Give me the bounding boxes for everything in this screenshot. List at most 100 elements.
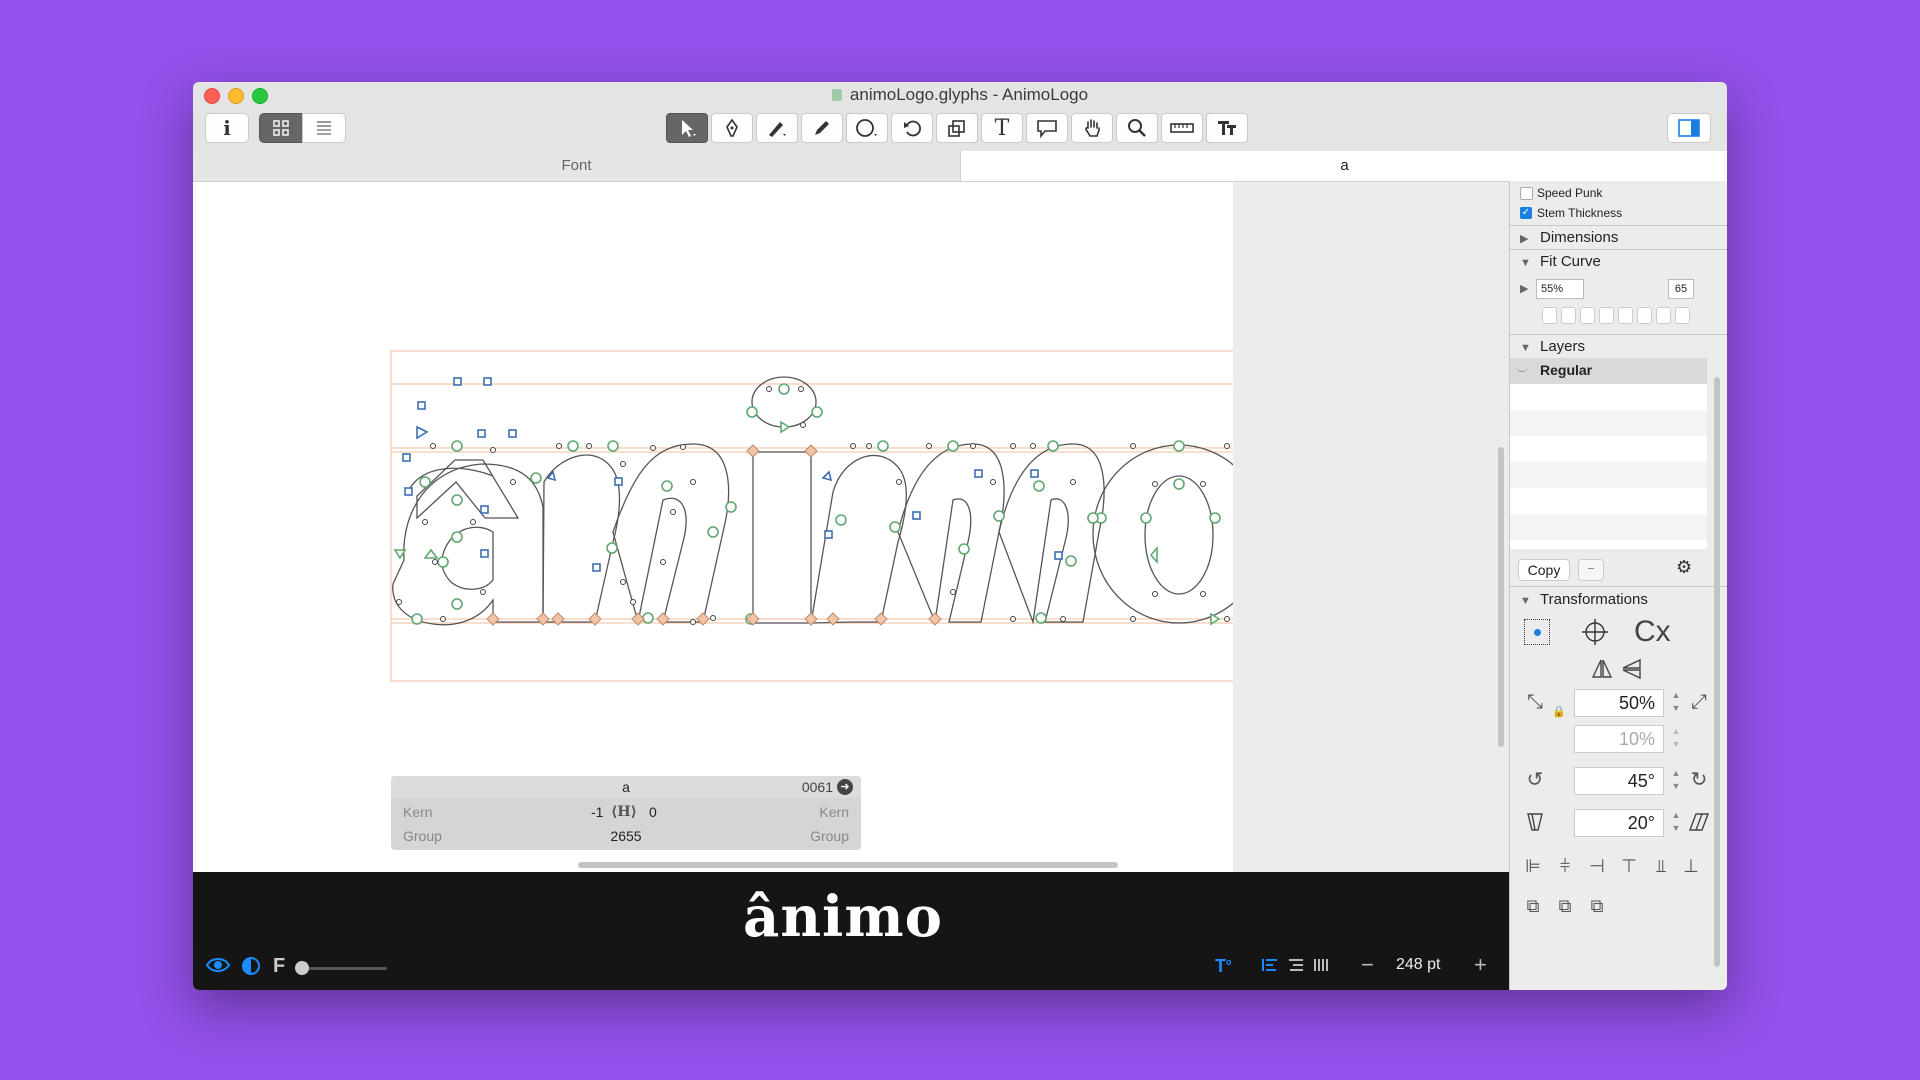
slant-field[interactable]: 20°: [1574, 809, 1664, 837]
scale-field[interactable]: 50%: [1574, 689, 1664, 717]
sidebar-scrollbar[interactable]: [1714, 377, 1720, 967]
tab-font[interactable]: Font: [193, 151, 960, 181]
mirror-vertical-icon[interactable]: [1620, 657, 1644, 684]
horizontal-scrollbar[interactable]: [578, 862, 1118, 868]
decrease-size-button[interactable]: −: [1361, 952, 1374, 978]
increase-size-button[interactable]: +: [1474, 952, 1487, 978]
fit-curve-button-7[interactable]: [1656, 307, 1671, 324]
disclosure-down-icon: ▼: [1520, 342, 1531, 354]
crosshair-origin-icon[interactable]: [1580, 617, 1610, 647]
vertical-scrollbar[interactable]: [1498, 447, 1504, 747]
rotate-field[interactable]: 45°: [1574, 767, 1664, 795]
fit-curve-button-5[interactable]: [1618, 307, 1633, 324]
text-options-icon[interactable]: To: [1215, 956, 1232, 977]
fit-curve-button-8[interactable]: [1675, 307, 1690, 324]
fit-curve-button-4[interactable]: [1599, 307, 1614, 324]
primitives-tool[interactable]: [846, 113, 888, 143]
preview-size-slider[interactable]: [295, 961, 387, 975]
scale-secondary-stepper[interactable]: ▲ ▼: [1670, 725, 1682, 753]
stem-thickness-row[interactable]: ✓ Stem Thickness: [1510, 205, 1727, 221]
draw-tool[interactable]: [711, 113, 753, 143]
sidebar-icon: [1678, 119, 1700, 137]
align-horizontal-centers-icon[interactable]: ⫩: [1552, 853, 1578, 879]
glyph-width-value[interactable]: 2655: [391, 825, 861, 847]
bounding-box-origin-icon[interactable]: [1524, 619, 1550, 645]
font-toggle-icon[interactable]: F: [273, 955, 285, 978]
left-kern-value[interactable]: -1: [591, 801, 603, 823]
subtract-icon[interactable]: ⧉: [1552, 893, 1578, 919]
eye-icon[interactable]: [205, 956, 231, 980]
annotation-tool[interactable]: [1026, 113, 1068, 143]
rotate-ccw-icon[interactable]: ↺: [1522, 767, 1548, 793]
align-left-edges-icon[interactable]: ⊫: [1520, 853, 1546, 879]
dimensions-section-header[interactable]: ▶ Dimensions: [1510, 227, 1727, 249]
lock-icon[interactable]: 🔒: [1552, 705, 1566, 718]
rotate-cw-icon[interactable]: ↻: [1686, 767, 1712, 793]
fit-curve-button-2[interactable]: [1561, 307, 1576, 324]
align-bottom-edges-icon[interactable]: ⊥: [1678, 853, 1704, 879]
disclosure-right-icon[interactable]: ▶: [1520, 282, 1530, 295]
scale-secondary-field[interactable]: 10%: [1574, 725, 1664, 753]
sidebar-toggle-button[interactable]: [1667, 113, 1711, 143]
select-tool[interactable]: [666, 113, 708, 143]
glyph-info-panel: a 0061 ➜ Kern -1 ⟨H⟩ 0 Kern Group 2655 G…: [391, 776, 861, 850]
list-view-button[interactable]: [302, 113, 346, 143]
link-metrics-icon[interactable]: ⟨H⟩: [611, 801, 637, 823]
fit-curve-button-1[interactable]: [1542, 307, 1557, 324]
remove-layer-button[interactable]: −: [1578, 559, 1604, 581]
slant-right-icon[interactable]: [1686, 809, 1712, 835]
rotate-stepper[interactable]: ▲ ▼: [1670, 767, 1682, 795]
hand-tool[interactable]: [1071, 113, 1113, 143]
speed-punk-row[interactable]: Speed Punk: [1510, 185, 1727, 201]
stem-thickness-checkbox[interactable]: ✓: [1520, 207, 1532, 219]
slant-stepper[interactable]: ▲ ▼: [1670, 809, 1682, 837]
edit-canvas[interactable]: a 0061 ➜ Kern -1 ⟨H⟩ 0 Kern Group 2655 G…: [193, 182, 1504, 872]
slider-knob[interactable]: [295, 961, 309, 975]
union-icon[interactable]: ⧉: [1520, 893, 1546, 919]
transformations-section-header[interactable]: ▼ Transformations: [1510, 589, 1727, 611]
fit-curve-section-header[interactable]: ▼ Fit Curve: [1510, 251, 1727, 273]
slant-left-icon[interactable]: [1522, 809, 1548, 835]
gear-icon[interactable]: ⚙: [1676, 557, 1692, 578]
rotate-tool[interactable]: [891, 113, 933, 143]
align-right-icon[interactable]: [1287, 956, 1305, 979]
scale-tool[interactable]: [936, 113, 978, 143]
speed-punk-checkbox[interactable]: [1520, 187, 1533, 200]
preview-size-value[interactable]: 248 pt: [1396, 956, 1440, 974]
vertical-layout-icon[interactable]: [1312, 956, 1330, 979]
fit-curve-max-field[interactable]: 65: [1668, 279, 1694, 299]
glyph-outlines[interactable]: [193, 182, 1233, 872]
fit-curve-min-field[interactable]: 55%: [1536, 279, 1584, 299]
scale-stepper[interactable]: ▲ ▼: [1670, 689, 1682, 717]
unicode-value[interactable]: 0061: [802, 776, 833, 798]
contrast-icon[interactable]: [241, 956, 261, 982]
layers-section-header[interactable]: ▼ Layers: [1510, 336, 1727, 358]
eye-closed-icon[interactable]: [1516, 365, 1528, 372]
grid-view-button[interactable]: [259, 113, 303, 143]
scale-up-icon[interactable]: ⤢: [1686, 689, 1712, 715]
align-vertical-centers-icon[interactable]: ⫫: [1648, 853, 1674, 879]
tab-glyph-a[interactable]: a: [960, 151, 1727, 181]
custom-origin-text[interactable]: Cx: [1634, 615, 1671, 649]
measurement-tool[interactable]: [1161, 113, 1203, 143]
layer-row-regular[interactable]: Regular: [1510, 358, 1707, 384]
zoom-tool[interactable]: [1116, 113, 1158, 143]
copy-layer-button[interactable]: Copy: [1518, 559, 1570, 581]
pencil-tool[interactable]: [756, 113, 798, 143]
fit-curve-button-6[interactable]: [1637, 307, 1652, 324]
pen-nib-icon: [726, 118, 738, 137]
fit-curve-button-3[interactable]: [1580, 307, 1595, 324]
intersect-icon[interactable]: ⧉: [1584, 893, 1610, 919]
text-tool[interactable]: T: [981, 113, 1023, 143]
align-left-icon[interactable]: [1261, 956, 1279, 979]
scale-down-icon[interactable]: ⤡: [1522, 689, 1548, 715]
right-kern-value[interactable]: 0: [649, 801, 657, 823]
type-tool[interactable]: [1206, 113, 1248, 143]
mirror-horizontal-icon[interactable]: [1590, 657, 1614, 684]
pencil-draw-tool[interactable]: [801, 113, 843, 143]
info-button[interactable]: i: [205, 113, 249, 143]
align-top-edges-icon[interactable]: ⊤: [1616, 853, 1642, 879]
arrow-circle-icon[interactable]: ➜: [837, 779, 853, 795]
glyph-name[interactable]: a: [391, 776, 861, 798]
align-right-edges-icon[interactable]: ⊣: [1584, 853, 1610, 879]
